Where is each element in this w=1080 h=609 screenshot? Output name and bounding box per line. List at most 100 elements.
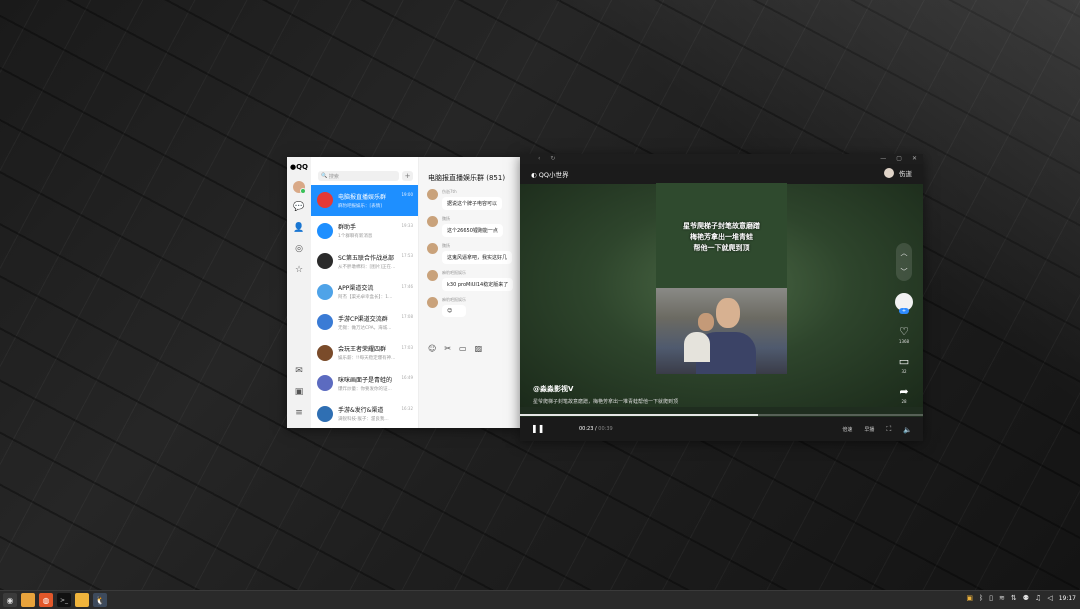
time-display: 00:23 / 00:39 xyxy=(579,426,613,432)
browser-icon[interactable]: ◍ xyxy=(39,593,53,607)
chat-item[interactable]: SC第五联合作战总部 从不胖墩棉料：[图片]正在... 17:53 xyxy=(311,246,418,277)
window-controls: — ▢ ✕ xyxy=(880,155,917,162)
search-input[interactable]: 🔍 搜索 xyxy=(318,171,399,181)
menu-icon[interactable]: ≡ xyxy=(292,406,306,420)
chat-item[interactable]: 咪咪画面子是青蛙的 爆炸炒童：你要发你的证... 16:49 xyxy=(311,368,418,399)
mail-icon[interactable]: ✉ xyxy=(292,364,306,378)
chat-items: 电脑报直播娱乐群 麻豹吧报娱乐：[表情] 19:00 群助手 1个群聊有新消息 19:33… xyxy=(311,185,418,429)
chat-time: 17:53 xyxy=(401,253,413,258)
sender-avatar[interactable] xyxy=(427,189,438,200)
bluetooth-icon[interactable]: ᛒ xyxy=(979,594,983,602)
sender-name: 魏扬 xyxy=(442,216,450,221)
fullscreen-icon[interactable]: ⛶ xyxy=(886,425,891,434)
sender-name: 伤逝7th xyxy=(442,189,457,194)
video-scene xyxy=(656,288,787,374)
caption-line: 星爷爬梯子封笔故意磨蹭 xyxy=(683,222,760,230)
swipe-controls: ︿ ﹀ xyxy=(896,243,912,281)
speed-button[interactable]: 倍速 xyxy=(842,426,852,433)
tray-app-icon[interactable]: ▣ xyxy=(966,594,973,602)
back-icon[interactable]: ‹ xyxy=(538,155,540,162)
folder-icon[interactable]: ▭ xyxy=(459,344,467,353)
sender-avatar[interactable] xyxy=(427,216,438,227)
follow-button[interactable]: + xyxy=(899,308,909,314)
minimize-icon[interactable]: — xyxy=(880,155,886,162)
message-icon[interactable]: 💬 xyxy=(292,200,306,214)
comment-action[interactable]: ▭ 32 xyxy=(895,356,913,375)
progress-bar[interactable] xyxy=(520,414,923,416)
clock[interactable]: 19:17 xyxy=(1059,595,1076,602)
start-icon[interactable]: ◉ xyxy=(3,593,17,607)
close-icon[interactable]: ✕ xyxy=(912,155,917,162)
sender-avatar[interactable] xyxy=(427,297,438,308)
people-icon[interactable]: ⚉ xyxy=(1023,594,1029,602)
emoji-icon[interactable]: ☺ xyxy=(428,344,436,353)
message-bubble[interactable]: 这鬼风逼拿吧，我实这好几 xyxy=(442,251,513,264)
heart-icon: ♡ xyxy=(899,325,909,338)
chat-avatar xyxy=(317,283,333,300)
sender-avatar[interactable] xyxy=(427,243,438,254)
chat-avatar xyxy=(317,253,333,270)
chat-avatar xyxy=(317,222,333,239)
share-icon: ➦ xyxy=(899,385,909,398)
message-body: 麻豹吧报娱乐 k30 proMiUI14稳定版来了 xyxy=(442,270,514,291)
like-action[interactable]: ♡ 1368 xyxy=(895,325,913,345)
player-controls: ❚❚ 00:23 / 00:39 倍速 早播 ⛶ 🔈 xyxy=(520,417,923,441)
message: 魏扬 这鬼风逼拿吧，我实这好几 xyxy=(427,243,520,264)
message: 魏扬这个26650锂跑能一点 xyxy=(427,216,520,237)
share-action[interactable]: ➦ 28 xyxy=(895,385,913,405)
space-icon[interactable]: ◎ xyxy=(292,242,306,256)
chat-time: 19:33 xyxy=(401,222,413,228)
quality-button[interactable]: 早播 xyxy=(864,426,874,433)
chat-item[interactable]: 群助手 1个群聊有新消息 19:33 xyxy=(311,216,418,247)
nav-buttons: ‹ ↻ xyxy=(538,155,555,162)
pause-icon[interactable]: ❚❚ xyxy=(531,424,544,433)
input-toolbar: ☺ ✂ ▭ ▨ xyxy=(428,344,482,353)
contacts-icon[interactable]: 👤 xyxy=(292,221,306,235)
sender-avatar[interactable] xyxy=(427,270,438,281)
favorites-icon[interactable]: ☆ xyxy=(292,263,306,277)
sender-name: 麻豹吧报娱乐 xyxy=(442,297,466,302)
my-avatar[interactable] xyxy=(293,181,306,194)
refresh-icon[interactable]: ↻ xyxy=(550,155,555,162)
terminal-icon[interactable]: >_ xyxy=(57,593,71,607)
volume-icon[interactable]: ◁ xyxy=(1047,594,1052,602)
maximize-icon[interactable]: ▢ xyxy=(896,155,902,162)
music-icon[interactable]: ♫ xyxy=(1035,594,1041,602)
qq-icon[interactable]: 🐧 xyxy=(93,593,107,607)
network-icon[interactable]: ⇅ xyxy=(1011,594,1017,602)
image-icon[interactable]: ▨ xyxy=(475,344,483,353)
volume-icon[interactable]: 🔈 xyxy=(903,426,912,434)
message: 麻豹吧报娱乐 😊 xyxy=(427,297,520,317)
message-body: 伤逝7th 据说这个牌子电容可以 xyxy=(442,189,503,210)
caption-line: 梅艳芳拿出一堆青蛙 xyxy=(690,233,753,241)
user-info[interactable]: 伤逝 xyxy=(884,168,912,178)
doc-icon[interactable]: ▣ xyxy=(292,385,306,399)
video-author[interactable]: @淼淼影视V xyxy=(533,384,573,394)
video-frame[interactable]: 星爷爬梯子封笔故意磨蹭 梅艳芳拿出一堆青蛙 帮他一下就爬到顶 xyxy=(656,183,787,374)
chat-item[interactable]: 手游&发行&渠道 满锐科技·猴子：渥良我... 16:32 xyxy=(311,399,418,430)
user-name: 伤逝 xyxy=(899,170,912,178)
video-caption: 星爷爬梯子封笔故意磨蹭 梅艳芳拿出一堆青蛙 帮他一下就爬到顶 xyxy=(656,221,787,254)
player-options: 倍速 早播 ⛶ 🔈 xyxy=(842,425,912,434)
message-body: 魏扬这个26650锂跑能一点 xyxy=(442,216,503,237)
chat-item[interactable]: 手游CP渠道交流群 无锡：做万达CPA，海城... 17:08 xyxy=(311,307,418,338)
chat-item[interactable]: APP渠道交流 阿杰【渠光卓幸盒长】：1... 17:46 xyxy=(311,277,418,308)
chevron-up-icon[interactable]: ︿ xyxy=(901,248,908,258)
chevron-down-icon[interactable]: ﹀ xyxy=(901,267,908,277)
chat-item[interactable]: 会玩王者荣耀四群 娱乐薪：!!每天稳定爆有神... 17:03 xyxy=(311,338,418,369)
scissors-icon[interactable]: ✂ xyxy=(444,344,451,353)
message-bubble[interactable]: 据说这个牌子电容可以 xyxy=(442,197,503,210)
message-bubble[interactable]: 😊 xyxy=(442,305,466,317)
wifi-icon[interactable]: ≋ xyxy=(999,594,1005,602)
message-bubble[interactable]: 这个26650锂跑能一点 xyxy=(442,224,503,237)
video-header xyxy=(520,164,923,184)
chat-item[interactable]: 电脑报直播娱乐群 麻豹吧报娱乐：[表情] 19:00 xyxy=(311,185,418,216)
chat-preview: 麻豹吧报娱乐：[表情] xyxy=(338,203,383,209)
message-bubble[interactable]: k30 proMiUI14稳定版来了 xyxy=(442,278,514,291)
add-button[interactable]: + xyxy=(402,171,413,181)
user-avatar xyxy=(884,168,894,178)
chat-list: 🔍 搜索 + 电脑报直播娱乐群 麻豹吧报娱乐：[表情] 19:00 群助手 1个群聊有新… xyxy=(311,157,419,428)
folder-icon[interactable] xyxy=(75,593,89,607)
battery-icon[interactable]: ▯ xyxy=(989,594,993,602)
files-icon[interactable] xyxy=(21,593,35,607)
